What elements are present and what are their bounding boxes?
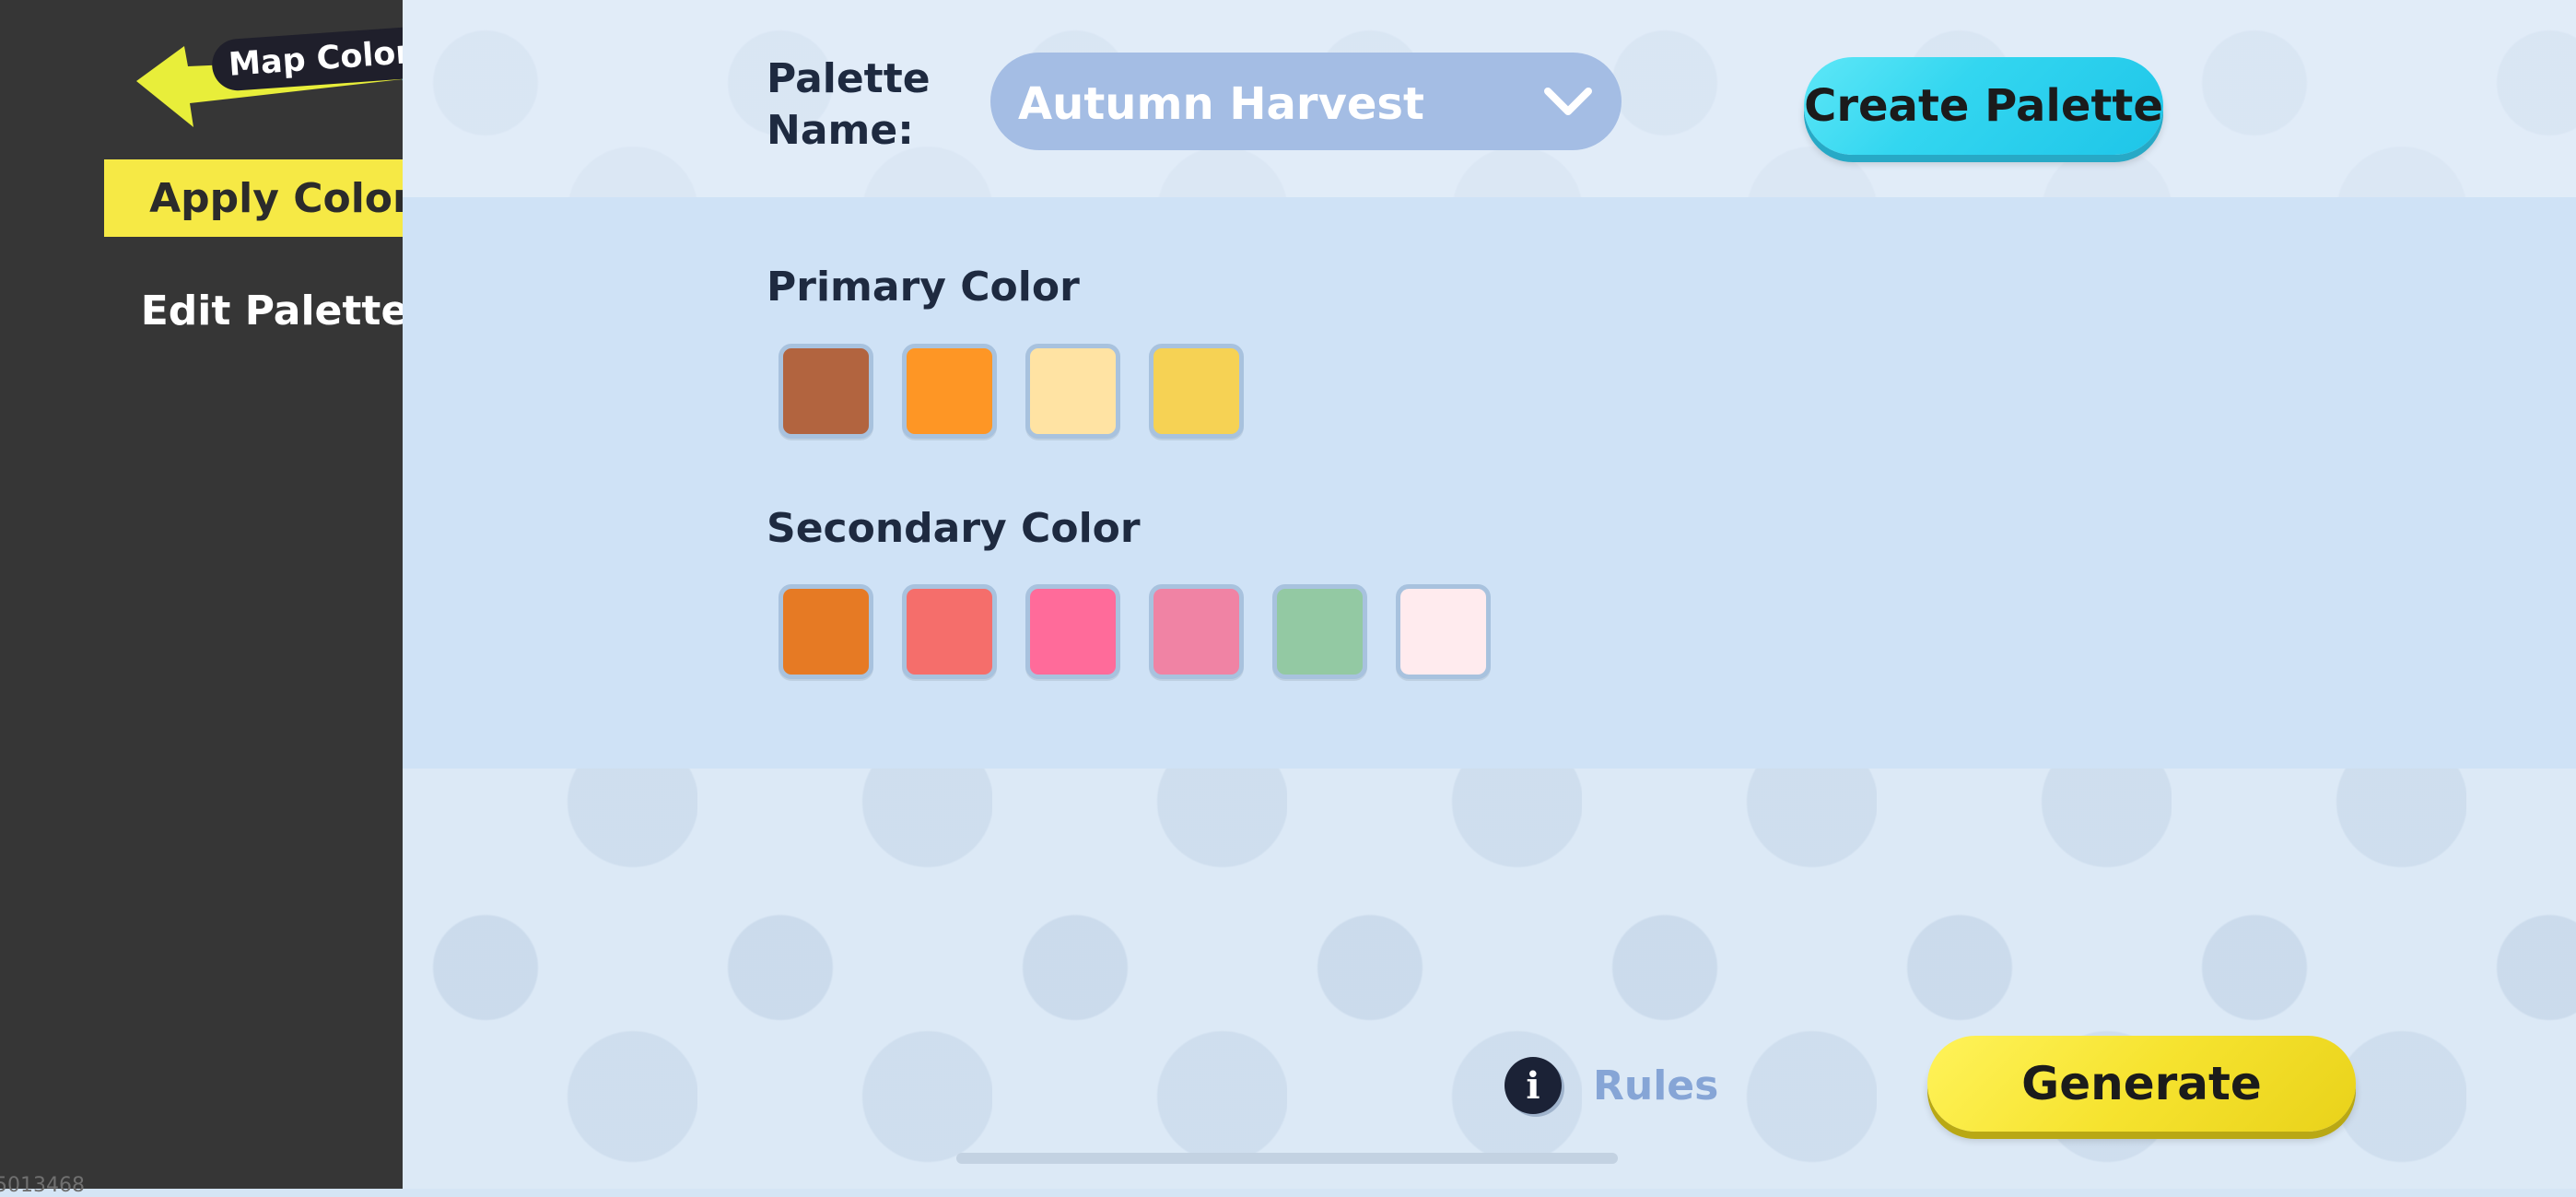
sidebar: Map Color Apply Colors Edit Palette 5013…: [0, 0, 482, 1197]
secondary-color-swatch-5[interactable]: [1272, 584, 1367, 679]
primary-color-swatch-3[interactable]: [1025, 344, 1120, 439]
secondary-color-swatch-4[interactable]: [1149, 584, 1244, 679]
secondary-color-swatch-1[interactable]: [779, 584, 873, 679]
chevron-down-icon: [1544, 88, 1592, 115]
primary-color-title: Primary Color: [767, 264, 1080, 311]
main-panel: Palette Name: Autumn Harvest Create Pale…: [403, 0, 2576, 1189]
create-palette-button[interactable]: Create Palette: [1804, 57, 2163, 155]
primary-color-swatch-4[interactable]: [1149, 344, 1244, 439]
rules-label: Rules: [1593, 1062, 1719, 1109]
sidebar-item-edit-palette[interactable]: Edit Palette: [104, 272, 445, 349]
generate-button[interactable]: Generate: [1927, 1036, 2356, 1132]
content-band: [403, 197, 2576, 769]
primary-color-swatches: [779, 344, 1244, 439]
secondary-color-swatches: [779, 584, 1491, 679]
secondary-color-swatch-6[interactable]: [1396, 584, 1491, 679]
primary-color-swatch-2[interactable]: [902, 344, 997, 439]
secondary-color-title: Secondary Color: [767, 505, 1141, 552]
palette-name-value: Autumn Harvest: [1018, 78, 1424, 130]
primary-color-swatch-1[interactable]: [779, 344, 873, 439]
palette-name-dropdown[interactable]: Autumn Harvest: [990, 53, 1622, 150]
build-id: 5013468: [0, 1174, 85, 1197]
sidebar-item-label: Apply Colors: [149, 174, 437, 222]
secondary-color-swatch-2[interactable]: [902, 584, 997, 679]
home-indicator: [956, 1153, 1618, 1164]
rules-button[interactable]: i Rules: [1505, 1056, 1718, 1115]
sidebar-item-label: Edit Palette: [140, 287, 409, 334]
secondary-color-swatch-3[interactable]: [1025, 584, 1120, 679]
info-icon: i: [1505, 1057, 1562, 1114]
palette-name-label: Palette Name:: [767, 55, 931, 154]
